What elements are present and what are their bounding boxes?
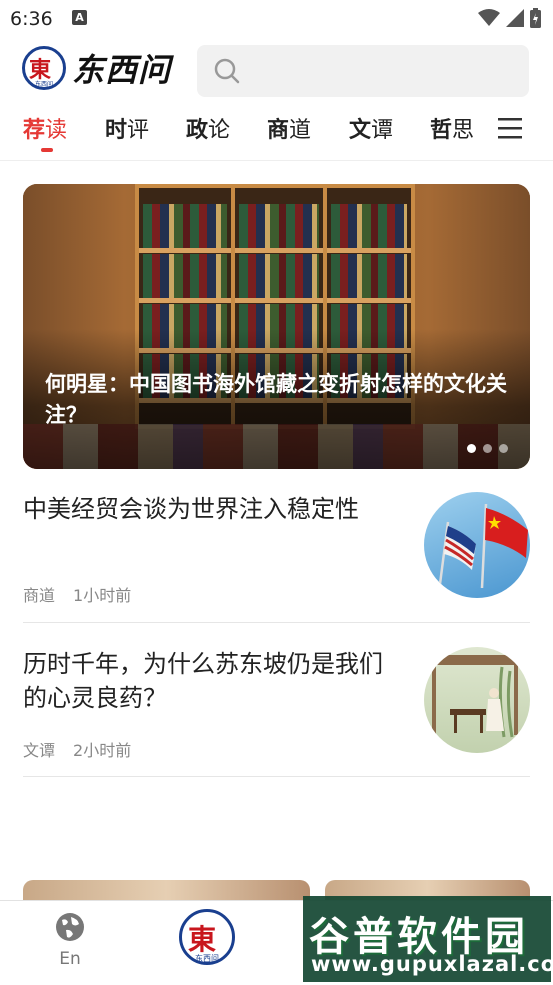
site-watermark: 谷普软件园 www.gupuxlazal.com: [303, 896, 553, 982]
active-tab-indicator: [41, 148, 53, 152]
tabs-divider: [0, 160, 553, 161]
menu-icon[interactable]: [498, 116, 524, 140]
tab-jiandu[interactable]: 荐读: [23, 112, 67, 144]
watermark-url: www.gupuxlazal.com: [311, 952, 553, 976]
tab-jiandu-rest: 读: [45, 118, 68, 143]
tab-wentan-bold: 文: [349, 118, 372, 143]
logo-badge-sub: 东西问: [35, 81, 54, 88]
carousel-dots: [467, 444, 508, 453]
tab-jiandu-bold: 荐: [23, 118, 46, 143]
status-icons: [478, 8, 541, 28]
tab-shiping-rest: 评: [127, 118, 150, 143]
news-category: 商道: [23, 586, 56, 605]
app-logo[interactable]: 東 东西问 东西问: [22, 45, 171, 91]
status-bar: 6:36 A: [0, 0, 553, 36]
news-item[interactable]: 中美经贸会谈为世界注入稳定性 商道 1小时前: [23, 492, 530, 607]
tab-shiping-bold: 时: [105, 118, 128, 143]
news-title: 历时千年，为什么苏东坡仍是我们的心灵良药？: [23, 650, 383, 712]
item-divider: [23, 776, 530, 777]
nav-home-badge-char: 東: [188, 923, 217, 956]
news-meta: 商道 1小时前: [23, 582, 149, 606]
search-bar[interactable]: [197, 45, 529, 97]
tab-shiping[interactable]: 时评: [105, 112, 149, 144]
tab-shangdao[interactable]: 商道: [267, 112, 311, 144]
tab-wentan-rest: 谭: [371, 118, 394, 143]
battery-icon: [530, 8, 541, 28]
banner-carousel[interactable]: 何明星：中国图书海外馆藏之变折射怎样的文化关注？: [23, 184, 530, 469]
nav-home[interactable]: 東 东西问: [179, 909, 235, 965]
nav-home-badge-sub: 东西问: [195, 954, 219, 963]
search-icon: [214, 58, 240, 84]
tab-zhenglun-bold: 政: [186, 118, 209, 143]
news-category: 文谭: [23, 741, 56, 760]
tab-shangdao-rest: 道: [289, 118, 312, 143]
category-tabs: 荐读 时评 政论 商道 文谭 哲思: [0, 108, 553, 160]
news-thumbnail: [424, 647, 530, 753]
nav-english-label: En: [59, 949, 81, 969]
carousel-dot: [499, 444, 508, 453]
news-time: 1小时前: [73, 586, 132, 605]
painting-image: [424, 655, 530, 738]
banner-title: 何明星：中国图书海外馆藏之变折射怎样的文化关注？: [45, 372, 507, 427]
tab-zhesi-bold: 哲: [430, 118, 453, 143]
app-header: 東 东西问 东西问: [0, 40, 553, 100]
tab-zhenglun[interactable]: 政论: [186, 112, 230, 144]
wifi-icon: [478, 9, 500, 26]
news-meta: 文谭 2小时前: [23, 737, 149, 761]
tab-zhenglun-rest: 论: [208, 118, 231, 143]
tab-wentan[interactable]: 文谭: [349, 112, 393, 144]
logo-badge: 東 东西问: [22, 46, 66, 90]
status-time: 6:36: [10, 8, 53, 30]
carousel-dot: [467, 444, 476, 453]
notification-icon: A: [72, 10, 87, 25]
news-time: 2小时前: [73, 741, 132, 760]
logo-text: 东西问: [72, 51, 172, 89]
carousel-dot: [483, 444, 492, 453]
globe-icon: [56, 913, 84, 941]
signal-icon: [506, 9, 524, 27]
news-thumbnail: [424, 492, 530, 598]
tab-zhesi-rest: 思: [452, 118, 475, 143]
nav-english[interactable]: En: [50, 911, 90, 969]
item-divider: [23, 622, 530, 623]
news-item[interactable]: 历时千年，为什么苏东坡仍是我们的心灵良药？ 文谭 2小时前: [23, 647, 530, 760]
news-title: 中美经贸会谈为世界注入稳定性: [23, 495, 359, 523]
tab-shangdao-bold: 商: [267, 118, 290, 143]
flags-image: [438, 503, 528, 589]
tab-zhesi[interactable]: 哲思: [430, 112, 474, 144]
